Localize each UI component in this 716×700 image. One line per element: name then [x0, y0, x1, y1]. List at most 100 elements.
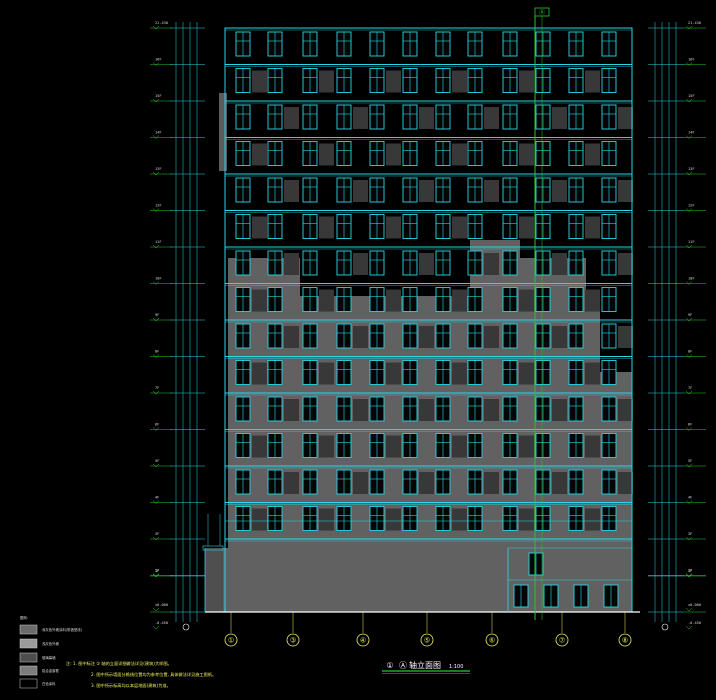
- level-label: 7F: [155, 386, 159, 390]
- legend-swatch: [19, 638, 38, 649]
- wall-panel: [552, 326, 567, 348]
- window: [467, 31, 483, 57]
- window: [467, 360, 483, 385]
- wall-panel: [519, 216, 534, 239]
- window: [435, 396, 451, 422]
- wall-panel: [484, 472, 499, 494]
- level-label: 4F: [688, 496, 692, 500]
- legend-title: 图例:: [20, 615, 28, 620]
- level-marker: [685, 427, 693, 431]
- title-label: 轴立面图: [409, 660, 441, 670]
- wall-panel: [484, 326, 499, 348]
- wall-panel: [552, 253, 567, 275]
- legend-label: 铝合金窗框: [42, 668, 60, 673]
- window: [568, 396, 584, 422]
- legend-label: 玻璃幕墙: [42, 655, 56, 660]
- level-label: 9F: [688, 313, 692, 317]
- window: [336, 433, 352, 458]
- axis-bubbles: ① ③ ④ ⑤ ⑥ ⑦ ⑧: [182, 612, 669, 647]
- legend-label: 白色涂料: [42, 681, 56, 686]
- window: [235, 31, 251, 57]
- window: [369, 214, 401, 239]
- level-marker: [152, 427, 160, 431]
- wall-panel: [252, 435, 267, 458]
- level-marker: [152, 607, 160, 612]
- level-marker: [685, 244, 693, 249]
- level-label: 5F: [688, 459, 692, 463]
- window: [302, 31, 318, 57]
- wall-panel: [585, 143, 600, 166]
- wall-panel: [452, 289, 467, 312]
- window: [336, 250, 368, 276]
- window: [467, 141, 483, 166]
- window: [302, 177, 318, 203]
- level-label: 7F: [688, 386, 692, 390]
- wall-panel: [386, 362, 401, 385]
- level-label: 16F: [155, 58, 162, 62]
- window: [467, 506, 483, 531]
- wall-panel: [585, 216, 600, 239]
- window: [402, 104, 434, 130]
- window: [568, 177, 584, 203]
- window: [568, 31, 584, 57]
- window: [502, 469, 518, 495]
- level-label: 12F: [688, 204, 695, 208]
- window: [601, 141, 617, 166]
- facade-fill-layer: [205, 93, 632, 612]
- level-marker: [152, 317, 160, 322]
- top-axis-marker: Ⓐ: [534, 7, 550, 17]
- window: [235, 250, 251, 276]
- drawing-notes: 注: 1. 图中标注 ① 轴的立面详细做法详见(建筑)大样图。 2. 图中所示墙…: [66, 660, 216, 689]
- window: [435, 469, 451, 495]
- level-labels-left: 21.430 16F 15F 14F 13F 12F 11F 10F 9F 8F 7F 6F 5F 4F 3…: [152, 21, 168, 630]
- window: [235, 104, 251, 130]
- facade-strip: [219, 93, 227, 171]
- window: [535, 31, 551, 57]
- wall-panel: [452, 508, 467, 531]
- level-label: 10F: [155, 277, 162, 281]
- window: [435, 104, 451, 130]
- side-axis-bubble: [661, 623, 669, 631]
- window: [267, 360, 283, 385]
- level-marker: [152, 25, 160, 30]
- window: [568, 214, 600, 239]
- level-marker: [685, 208, 693, 212]
- axis-label: ①: [228, 637, 234, 645]
- window: [336, 104, 368, 130]
- level-label: 5F: [155, 459, 159, 463]
- wall-panel: [353, 326, 368, 348]
- level-marker: [152, 244, 160, 249]
- window: [435, 141, 467, 166]
- window: [535, 177, 567, 203]
- axis-label: ⑤: [424, 637, 430, 645]
- wall-panel: [585, 508, 600, 531]
- wall-panel: [618, 253, 633, 275]
- wall-panel: [484, 399, 499, 421]
- wall-panel: [319, 362, 334, 385]
- level-label: -0.450: [155, 621, 168, 625]
- window: [402, 250, 434, 276]
- wall-panel: [284, 472, 299, 494]
- window: [601, 104, 633, 130]
- window: [336, 68, 352, 93]
- wall-panel: [386, 143, 401, 166]
- window: [573, 584, 589, 608]
- window: [267, 68, 283, 93]
- wall-panel: [519, 143, 534, 166]
- window: [267, 31, 283, 57]
- level-marker: [152, 135, 160, 139]
- wall-panel: [452, 70, 467, 93]
- drawing-title: ① Ⓐ 轴立面图 1:100: [382, 660, 470, 674]
- window: [502, 68, 534, 93]
- window: [435, 31, 451, 57]
- window: [435, 250, 451, 276]
- window: [535, 287, 551, 312]
- wall-panel: [386, 289, 401, 312]
- level-label: 15F: [155, 94, 162, 98]
- wall-panel: [284, 180, 299, 202]
- window: [402, 433, 418, 458]
- wall-panel: [284, 326, 299, 348]
- legend-item: 玻璃幕墙: [19, 652, 56, 663]
- level-label: 3F: [688, 532, 692, 536]
- wall-panel: [618, 326, 633, 348]
